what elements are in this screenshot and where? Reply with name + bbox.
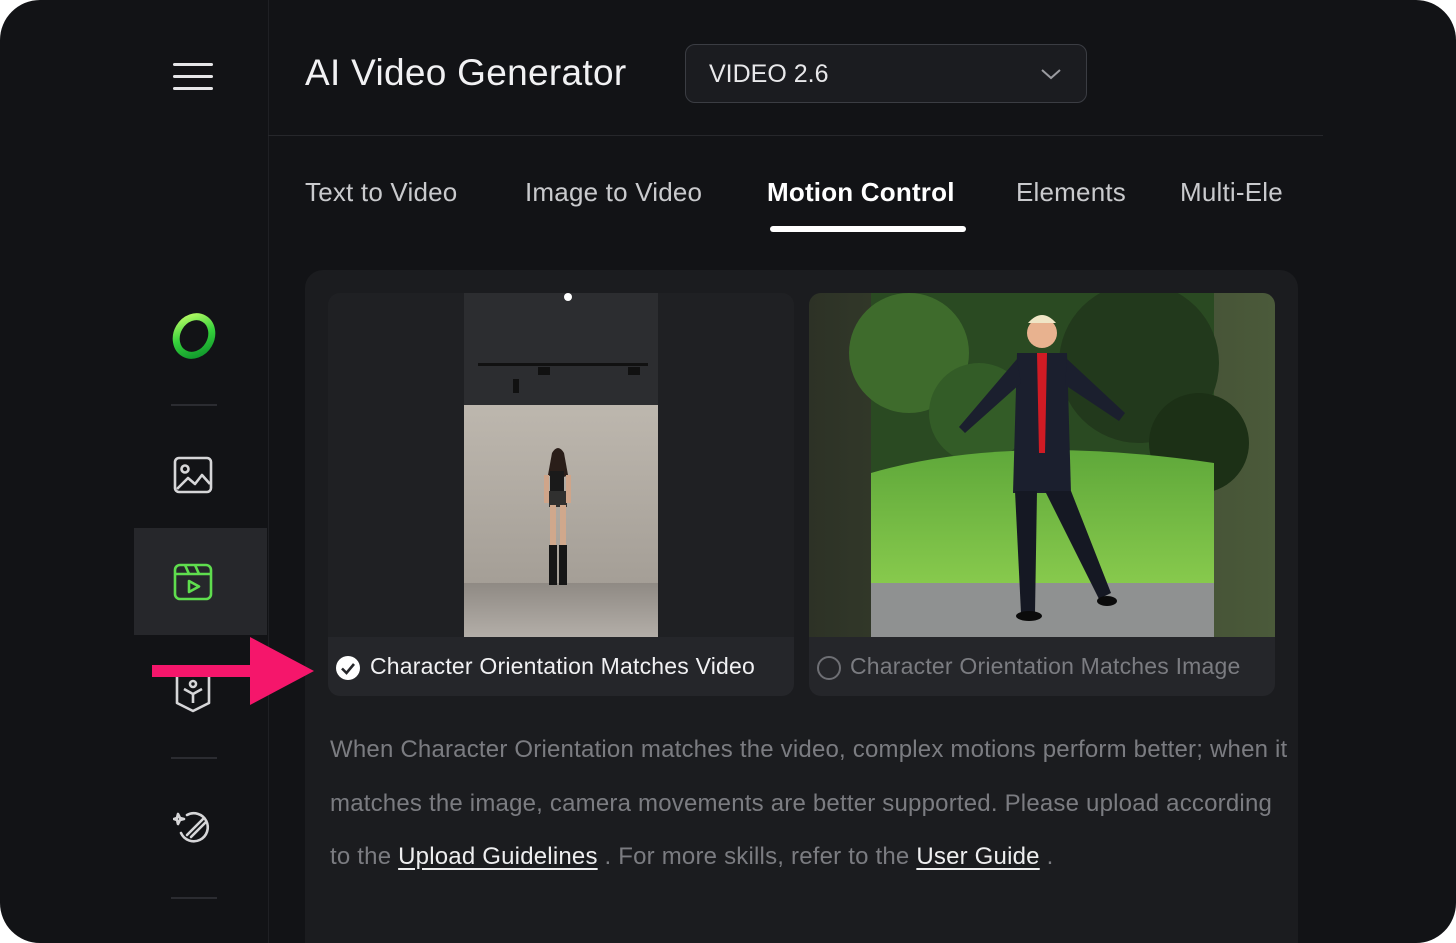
header-divider: [268, 135, 1323, 136]
help-text-part: .: [1039, 843, 1054, 870]
upload-guidelines-link[interactable]: Upload Guidelines: [398, 843, 598, 870]
tab-elements[interactable]: Elements: [1016, 177, 1126, 208]
tab-image-to-video[interactable]: Image to Video: [525, 177, 702, 208]
reference-video-thumbnail: [328, 293, 794, 637]
magic-edit-icon[interactable]: [170, 804, 216, 850]
image-icon[interactable]: [170, 452, 216, 498]
model-select[interactable]: VIDEO 2.6: [685, 44, 1087, 103]
menu-icon[interactable]: [170, 56, 216, 96]
orientation-option-video[interactable]: [328, 293, 794, 696]
model-select-value: VIDEO 2.6: [709, 60, 829, 88]
help-text-part: . For more skills, refer to the: [597, 843, 917, 870]
app-window: AI Video Generator VIDEO 2.6 Text to Vid…: [0, 0, 1456, 943]
option-label-image: Character Orientation Matches Image: [850, 653, 1241, 679]
page-title: AI Video Generator: [305, 52, 627, 93]
option-label-video: Character Orientation Matches Video: [370, 653, 755, 679]
active-tab-indicator: [770, 226, 966, 232]
radio-image-unselected[interactable]: [817, 656, 841, 680]
annotation-arrow-icon: [150, 633, 320, 716]
tab-multi-elements[interactable]: Multi-Ele: [1180, 177, 1283, 208]
chevron-down-icon: [1040, 67, 1062, 86]
video-icon[interactable]: [170, 559, 216, 605]
logo-ring-icon[interactable]: [166, 308, 222, 364]
tab-text-to-video[interactable]: Text to Video: [305, 177, 457, 208]
sidebar-divider: [171, 404, 217, 406]
orientation-option-image[interactable]: [809, 293, 1275, 696]
sidebar: [0, 0, 269, 943]
reference-image-thumbnail: [809, 293, 1275, 637]
user-guide-link[interactable]: User Guide: [916, 843, 1039, 870]
sidebar-divider: [171, 757, 217, 759]
tab-motion-control[interactable]: Motion Control: [767, 177, 955, 208]
orientation-help-text: When Character Orientation matches the v…: [330, 723, 1290, 884]
sidebar-divider: [171, 897, 217, 899]
radio-video-selected[interactable]: [336, 656, 360, 680]
